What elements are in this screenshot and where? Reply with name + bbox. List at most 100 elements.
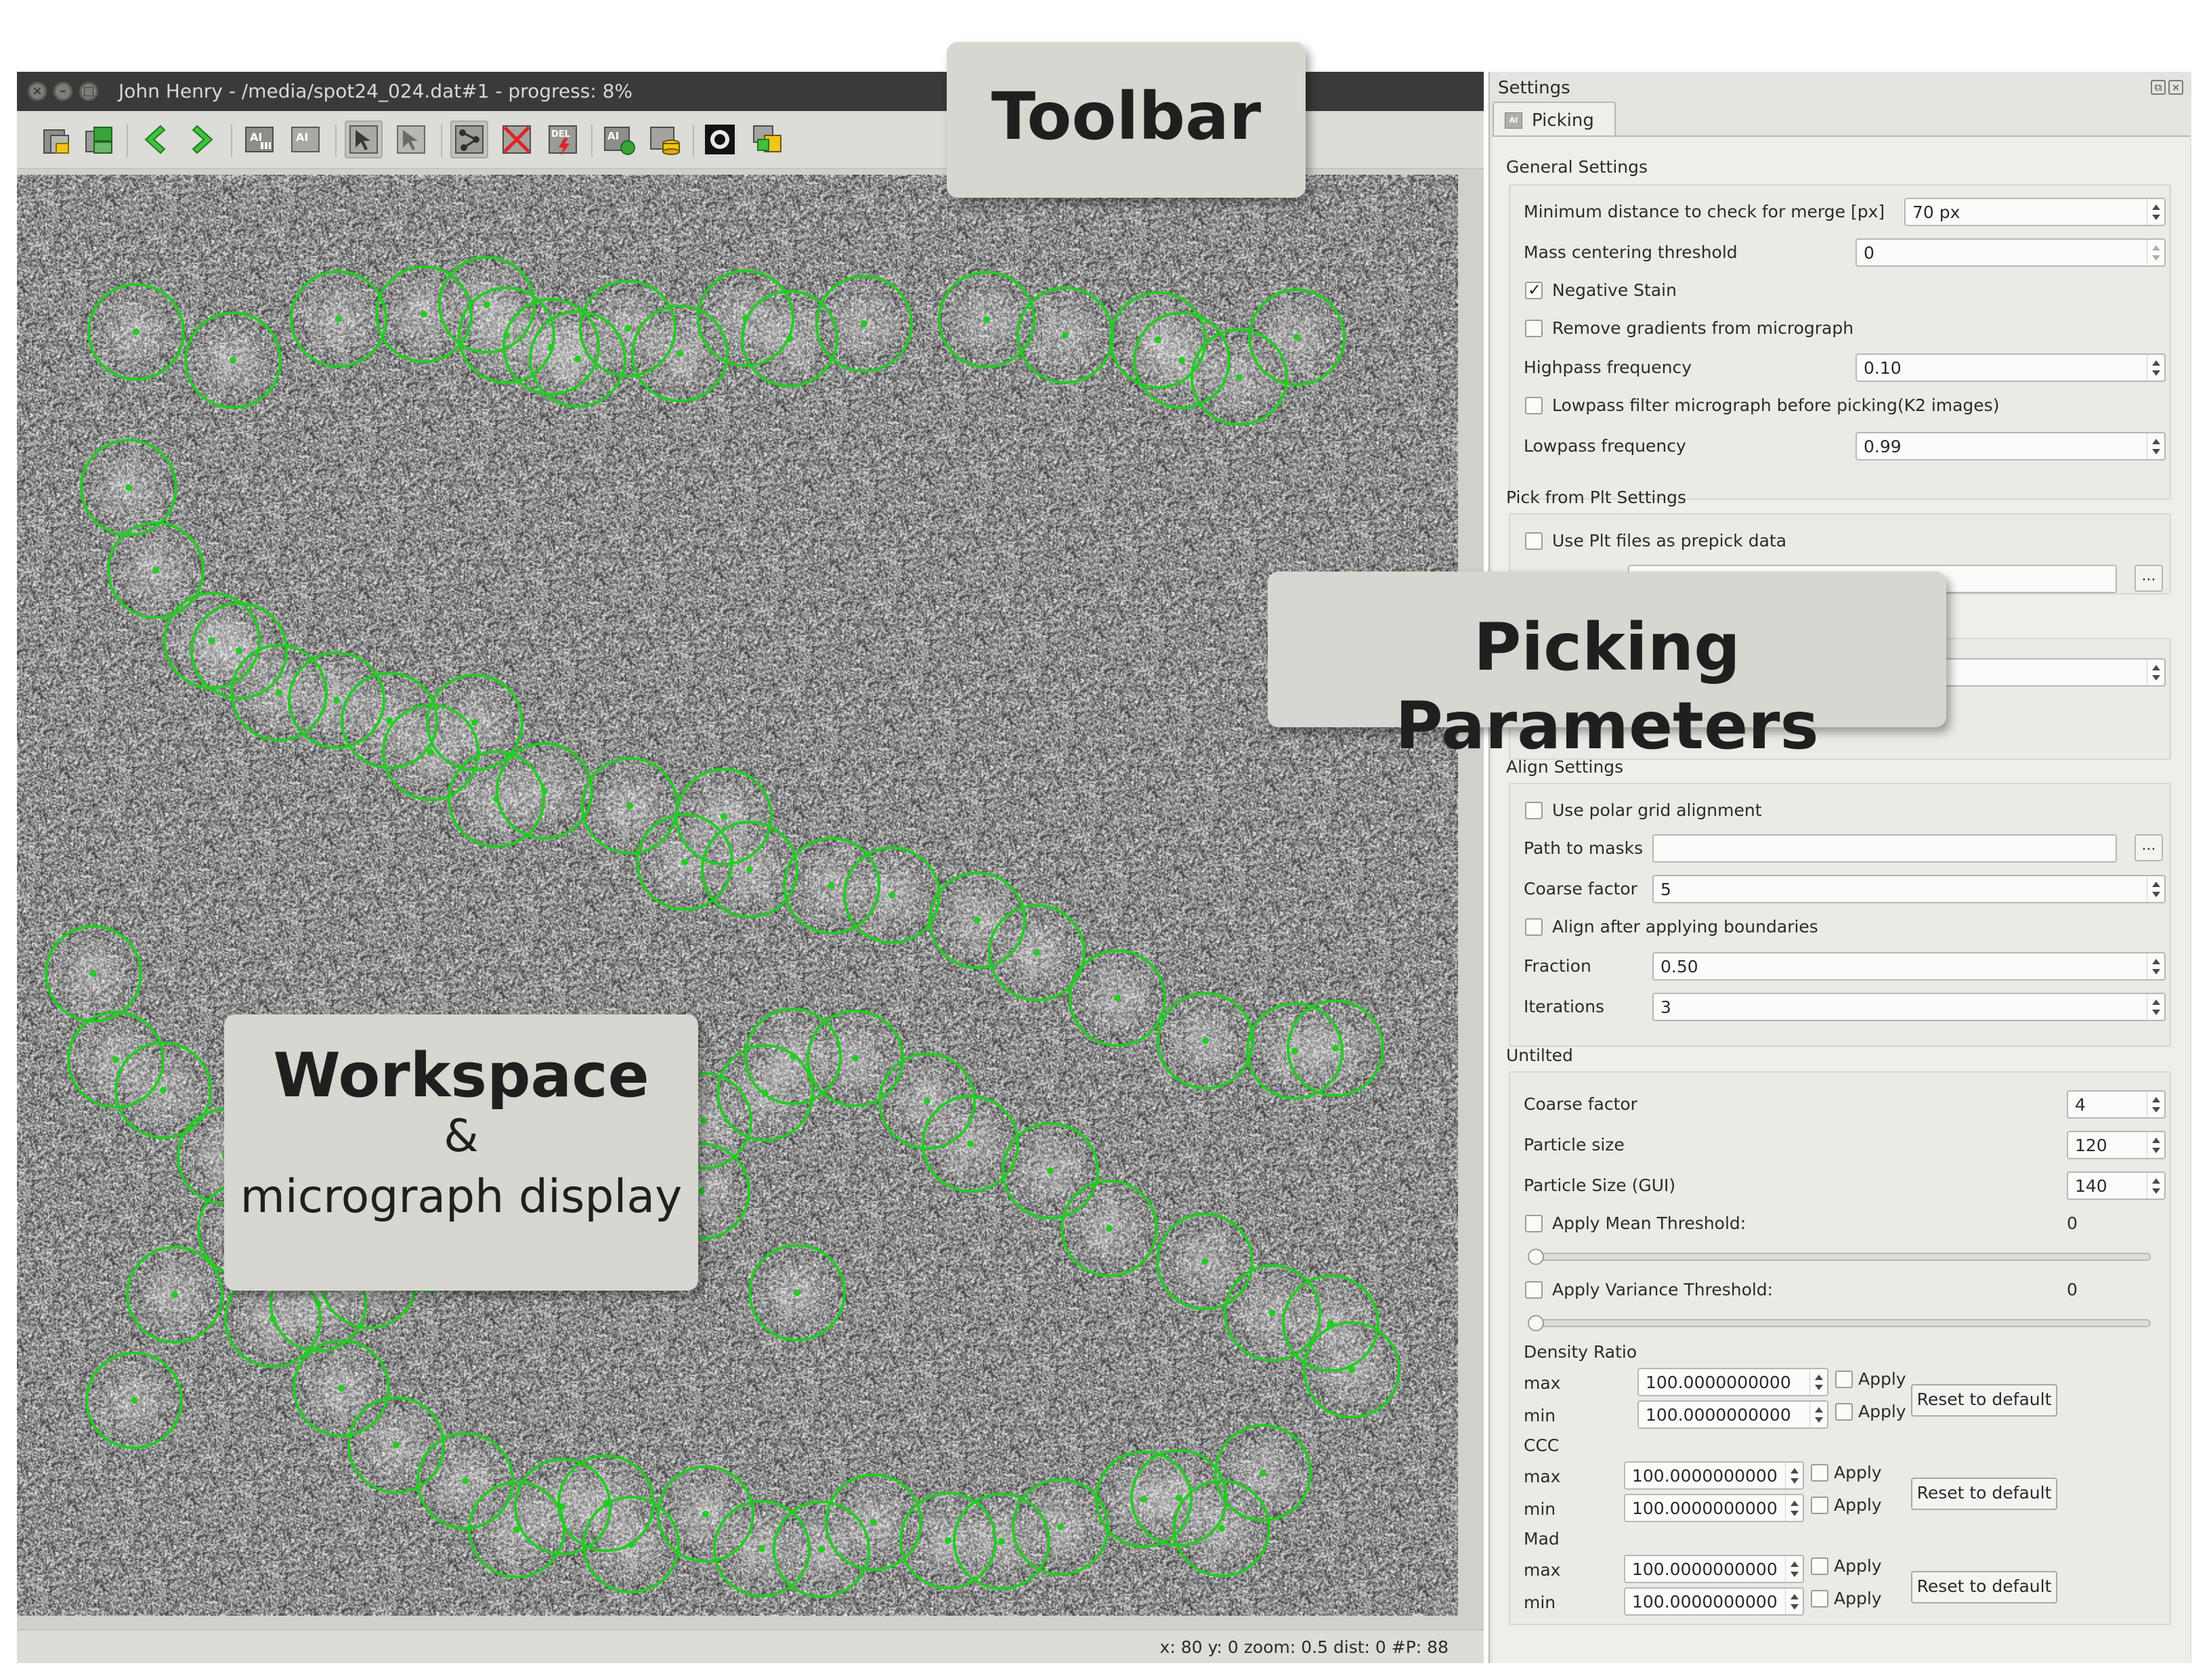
ccc-min-apply-checkbox[interactable] — [1811, 1496, 1828, 1514]
density-max-input[interactable]: 100.0000000000 — [1637, 1368, 1828, 1396]
picked-particle[interactable] — [375, 265, 473, 363]
slider-handle[interactable] — [1528, 1315, 1544, 1331]
picked-particle[interactable] — [126, 1246, 223, 1343]
dock-float-button[interactable]: ⧉ — [2151, 80, 2166, 95]
mad-max-apply-checkbox[interactable] — [1811, 1557, 1828, 1575]
remove-gradients-checkbox[interactable] — [1525, 320, 1543, 337]
spin-down-icon[interactable] — [2152, 215, 2160, 220]
select-tool-button[interactable] — [345, 121, 383, 158]
use-plt-checkbox[interactable] — [1525, 532, 1543, 550]
spin-arrows[interactable] — [1785, 1589, 1803, 1614]
spin-arrows[interactable] — [2147, 240, 2164, 265]
negative-stain-checkbox[interactable] — [1525, 280, 1543, 299]
picked-particle[interactable] — [107, 521, 205, 619]
density-max-apply-checkbox[interactable] — [1835, 1371, 1853, 1388]
picked-particle[interactable] — [529, 310, 626, 408]
density-min-input[interactable]: 100.0000000000 — [1637, 1400, 1828, 1429]
picked-particle[interactable] — [1157, 992, 1254, 1090]
align-boundaries-checkbox[interactable] — [1525, 918, 1543, 936]
spin-arrows[interactable] — [1785, 1495, 1803, 1521]
ai-pick-all-button[interactable]: AI — [240, 121, 278, 158]
picked-particle[interactable] — [815, 275, 913, 372]
picked-particle[interactable] — [416, 1432, 514, 1530]
picked-particle[interactable] — [716, 1044, 814, 1142]
polar-grid-checkbox[interactable] — [1525, 802, 1543, 819]
picked-particle[interactable] — [1287, 999, 1384, 1097]
particle-size-input[interactable]: 120 — [2067, 1131, 2166, 1159]
masks-path-input[interactable] — [1652, 834, 2117, 863]
spin-up-icon[interactable] — [1815, 1375, 1823, 1380]
mad-max-input[interactable]: 100.0000000000 — [1624, 1555, 1804, 1583]
picked-particle[interactable] — [80, 439, 177, 536]
picked-particle[interactable] — [1012, 1478, 1109, 1576]
mass-centering-input[interactable]: 0 — [1856, 238, 2166, 267]
picked-particle[interactable] — [1060, 1180, 1158, 1277]
spin-arrows[interactable] — [2147, 1173, 2164, 1199]
spin-arrows[interactable] — [2147, 994, 2164, 1020]
spin-up-icon[interactable] — [2152, 439, 2160, 444]
spin-arrows[interactable] — [1785, 1556, 1803, 1582]
picked-particle[interactable] — [783, 837, 880, 934]
spin-arrows[interactable] — [2147, 355, 2164, 381]
spin-down-icon[interactable] — [1790, 1604, 1799, 1610]
picked-particle[interactable] — [85, 1352, 183, 1449]
untilted-coarse-input[interactable]: 4 — [2067, 1090, 2166, 1119]
delete-all-button[interactable]: DEL — [544, 121, 582, 158]
mean-threshold-slider[interactable] — [1528, 1253, 2151, 1261]
spin-arrows[interactable] — [2147, 1132, 2164, 1158]
save-button[interactable] — [79, 121, 117, 158]
spin-arrows[interactable] — [2147, 660, 2164, 685]
spin-arrows[interactable] — [1809, 1402, 1827, 1427]
spin-down-icon[interactable] — [2152, 1010, 2160, 1015]
ccc-max-apply-checkbox[interactable] — [1811, 1464, 1828, 1482]
picked-particle[interactable] — [382, 704, 479, 801]
mean-threshold-checkbox[interactable] — [1525, 1215, 1543, 1232]
ai-train-button[interactable]: AI — [599, 121, 637, 158]
spin-down-icon[interactable] — [2152, 675, 2160, 681]
mad-min-input[interactable]: 100.0000000000 — [1624, 1587, 1804, 1616]
previous-button[interactable] — [136, 121, 174, 158]
picked-particle[interactable] — [1069, 949, 1166, 1047]
spin-down-icon[interactable] — [1790, 1572, 1799, 1577]
spin-up-icon[interactable] — [2152, 1178, 2160, 1184]
mad-reset-button[interactable]: Reset to default — [1911, 1571, 2057, 1603]
picked-particle[interactable] — [657, 1465, 754, 1563]
spin-arrows[interactable] — [2147, 433, 2164, 459]
spin-down-icon[interactable] — [2152, 449, 2160, 454]
tab-picking[interactable]: AI Picking — [1493, 102, 1616, 137]
particle-size-gui-input[interactable]: 140 — [2067, 1171, 2166, 1200]
spin-down-icon[interactable] — [1815, 1385, 1823, 1390]
spin-arrows[interactable] — [2147, 876, 2164, 902]
picked-particle[interactable] — [675, 768, 773, 865]
picked-particle[interactable] — [496, 742, 593, 840]
spin-down-icon[interactable] — [2152, 892, 2160, 897]
picked-particle[interactable] — [878, 1052, 976, 1150]
picked-particle[interactable] — [928, 871, 1026, 969]
spin-up-icon[interactable] — [2152, 959, 2160, 964]
slider-handle[interactable] — [1528, 1249, 1544, 1265]
spin-arrows[interactable] — [1809, 1369, 1827, 1395]
delete-particles-button[interactable] — [498, 121, 536, 158]
maximize-window-button[interactable]: □ — [79, 82, 98, 101]
picked-particle[interactable] — [347, 1396, 445, 1494]
spin-down-icon[interactable] — [1815, 1417, 1823, 1423]
picked-particle[interactable] — [922, 1095, 1019, 1192]
view-mode-button[interactable] — [701, 121, 739, 158]
highpass-input[interactable]: 0.10 — [1856, 353, 2166, 382]
picked-particle[interactable] — [582, 1496, 680, 1593]
select-alt-tool-button[interactable] — [392, 121, 430, 158]
picked-particle[interactable] — [843, 846, 941, 944]
spin-up-icon[interactable] — [1790, 1468, 1799, 1473]
picked-particle[interactable] — [581, 757, 679, 855]
picked-particle[interactable] — [1224, 1264, 1321, 1362]
picked-particle[interactable] — [438, 256, 536, 353]
spin-up-icon[interactable] — [1790, 1594, 1799, 1599]
iterations-input[interactable]: 3 — [1652, 993, 2166, 1021]
picked-particle[interactable] — [45, 925, 142, 1022]
picked-particle[interactable] — [748, 1244, 846, 1341]
spin-up-icon[interactable] — [2152, 204, 2160, 210]
close-window-button[interactable]: × — [28, 82, 47, 101]
spin-down-icon[interactable] — [1790, 1478, 1799, 1484]
picked-particle[interactable] — [163, 592, 261, 689]
spin-down-icon[interactable] — [2152, 1148, 2160, 1153]
